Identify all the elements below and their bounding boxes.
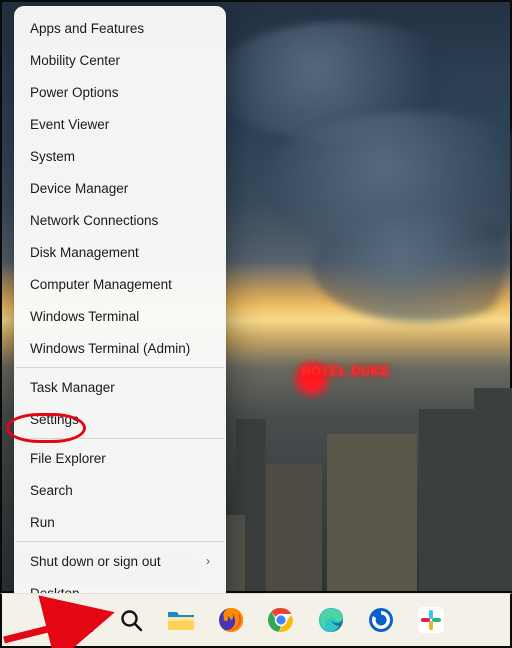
menu-item-event-viewer[interactable]: Event Viewer <box>14 108 226 140</box>
cloud-decoration <box>312 212 512 322</box>
menu-item-apps-and-features[interactable]: Apps and Features <box>14 12 226 44</box>
menu-item-windows-terminal[interactable]: Windows Terminal <box>14 300 226 332</box>
menu-item-search[interactable]: Search <box>14 474 226 506</box>
menu-item-label: File Explorer <box>30 451 106 466</box>
menu-item-system[interactable]: System <box>14 140 226 172</box>
menu-item-label: Event Viewer <box>30 117 109 132</box>
menu-item-device-manager[interactable]: Device Manager <box>14 172 226 204</box>
menu-item-label: Computer Management <box>30 277 172 292</box>
menu-item-computer-management[interactable]: Computer Management <box>14 268 226 300</box>
chrome-icon[interactable] <box>264 603 298 637</box>
menu-separator <box>16 367 224 368</box>
search-icon[interactable] <box>114 603 148 637</box>
firefox-icon[interactable] <box>214 603 248 637</box>
menu-item-disk-management[interactable]: Disk Management <box>14 236 226 268</box>
menu-item-mobility-center[interactable]: Mobility Center <box>14 44 226 76</box>
chevron-right-icon: › <box>206 554 210 568</box>
menu-item-label: Task Manager <box>30 380 115 395</box>
menu-item-label: Mobility Center <box>30 53 120 68</box>
menu-item-label: Shut down or sign out <box>30 554 161 569</box>
menu-item-label: Windows Terminal <box>30 309 139 324</box>
menu-separator <box>16 438 224 439</box>
menu-item-power-options[interactable]: Power Options <box>14 76 226 108</box>
taskbar <box>0 593 512 648</box>
menu-item-task-manager[interactable]: Task Manager <box>14 371 226 403</box>
menu-item-label: Run <box>30 515 55 530</box>
menu-item-label: Windows Terminal (Admin) <box>30 341 190 356</box>
menu-item-run[interactable]: Run <box>14 506 226 538</box>
menu-item-file-explorer[interactable]: File Explorer <box>14 442 226 474</box>
menu-separator <box>16 541 224 542</box>
edge-icon[interactable] <box>314 603 348 637</box>
menu-item-label: Network Connections <box>30 213 158 228</box>
menu-item-label: Apps and Features <box>30 21 144 36</box>
menu-item-shut-down-or-sign-out[interactable]: Shut down or sign out › <box>14 545 226 577</box>
menu-item-settings[interactable]: Settings <box>14 403 226 435</box>
slack-icon[interactable] <box>414 603 448 637</box>
menu-item-label: Search <box>30 483 73 498</box>
menu-item-network-connections[interactable]: Network Connections <box>14 204 226 236</box>
menu-item-label: System <box>30 149 75 164</box>
file-explorer-icon[interactable] <box>164 603 198 637</box>
menu-item-label: Settings <box>30 412 79 427</box>
start-button[interactable] <box>64 603 98 637</box>
menu-item-label: Device Manager <box>30 181 128 196</box>
power-user-menu: Apps and Features Mobility Center Power Op… <box>14 6 226 615</box>
menu-item-label: Disk Management <box>30 245 139 260</box>
neon-sign: HOTEL DUKE <box>302 364 390 378</box>
menu-item-label: Power Options <box>30 85 119 100</box>
menu-item-windows-terminal-admin[interactable]: Windows Terminal (Admin) <box>14 332 226 364</box>
app-blue-icon[interactable] <box>364 603 398 637</box>
